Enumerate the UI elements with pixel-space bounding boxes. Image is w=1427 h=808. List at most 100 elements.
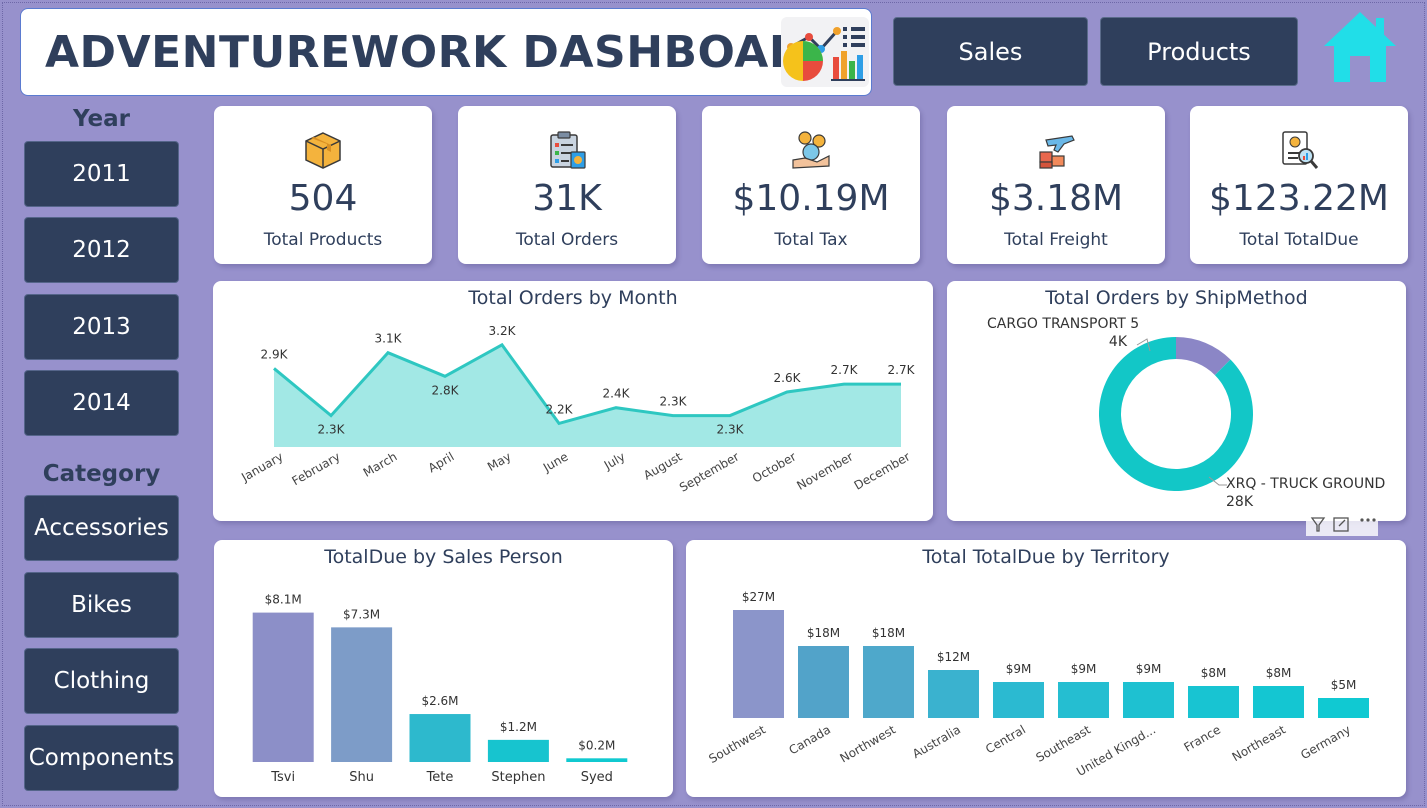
data-label: $5M <box>1331 678 1357 692</box>
tax-icon <box>792 131 830 169</box>
bar <box>993 682 1044 718</box>
bar <box>1318 698 1369 718</box>
bar <box>1123 682 1174 718</box>
data-label: 2.3K <box>717 423 745 437</box>
category-accessories-button[interactable]: Accessories <box>24 495 179 561</box>
data-label: 2.3K <box>318 423 346 437</box>
year-2013-button[interactable]: 2013 <box>24 294 179 360</box>
data-label: 2.7K <box>888 363 916 377</box>
x-tick-label: Germany <box>1298 722 1353 762</box>
data-label: 4K <box>1109 334 1128 350</box>
kpi-label: Total Orders <box>515 230 619 250</box>
data-label: $18M <box>807 626 840 640</box>
data-label: 28K <box>1226 494 1254 510</box>
x-tick-label: October <box>750 449 799 485</box>
category-slicer-title: Category <box>42 461 161 487</box>
data-label: $2.6M <box>421 694 458 708</box>
data-label: $7.3M <box>343 607 380 621</box>
year-slicer-title: Year <box>72 106 130 132</box>
x-tick-label: May <box>485 449 513 474</box>
x-tick-label: Syed <box>581 770 613 785</box>
x-tick-label: Stephen <box>491 770 545 785</box>
x-tick-label: June <box>540 449 571 475</box>
data-label: $27M <box>742 590 775 604</box>
kpi-value: 504 <box>288 178 358 219</box>
products-page-button[interactable]: Products <box>1100 17 1298 86</box>
data-label: 2.6K <box>774 371 802 385</box>
data-label: $8M <box>1201 666 1227 680</box>
x-tick-label: August <box>641 449 685 482</box>
bar <box>928 670 979 718</box>
kpi-value: $10.19M <box>732 178 890 219</box>
totaldue-by-salesperson-chart[interactable]: $8.1M Tsvi $7.3M Shu $2.6M Tete $1.2M Stephen $0… <box>214 540 673 797</box>
sales-page-button[interactable]: Sales <box>893 17 1088 86</box>
x-tick-label: Australia <box>910 722 963 761</box>
data-label: $8M <box>1266 666 1292 680</box>
x-tick-label: November <box>794 449 855 492</box>
bar <box>733 610 784 718</box>
data-label: 2.3K <box>660 395 688 409</box>
year-2012-button[interactable]: 2012 <box>24 217 179 283</box>
kpi-value: $123.22M <box>1209 178 1389 219</box>
data-label: 2.9K <box>261 347 289 361</box>
legend-label: CARGO TRANSPORT 5 <box>987 316 1139 332</box>
x-tick-label: January <box>238 449 285 484</box>
data-label: $0.2M <box>578 738 615 752</box>
data-label: $8.1M <box>265 593 302 607</box>
bar <box>863 646 914 718</box>
bar <box>487 739 549 762</box>
x-tick-label: Central <box>983 722 1028 756</box>
more-options-icon[interactable] <box>1360 518 1376 522</box>
bar <box>566 758 628 762</box>
bar <box>1188 686 1239 718</box>
bar <box>252 612 314 762</box>
totaldue-by-territory-card: Total TotalDue by Territory $27M Southwes… <box>686 540 1406 797</box>
x-tick-label: Shu <box>349 770 374 785</box>
kpi-card-total-products: 504 Total Products <box>214 106 432 264</box>
data-label: $1.2M <box>500 720 537 734</box>
orders-by-month-card: Total Orders by Month 2.9K January 2.3K Feb… <box>213 281 933 521</box>
title-banner: ADVENTUREWORK DASHBOARD <box>20 8 872 96</box>
x-tick-label: April <box>426 449 457 475</box>
data-label: 2.7K <box>831 363 859 377</box>
data-label: $12M <box>937 650 970 664</box>
x-tick-label: Northwest <box>838 722 899 765</box>
category-bikes-button[interactable]: Bikes <box>24 572 179 638</box>
x-tick-label: December <box>852 449 913 492</box>
x-tick-label: Canada <box>786 722 833 757</box>
x-tick-label: Tete <box>426 770 454 785</box>
bar <box>331 627 393 762</box>
kpi-card-total-totaldue: $123.22M Total TotalDue <box>1190 106 1408 264</box>
year-2014-button[interactable]: 2014 <box>24 370 179 436</box>
x-tick-label: Tsvi <box>270 770 295 785</box>
data-label: $9M <box>1006 662 1032 676</box>
orders-by-month-chart[interactable]: 2.9K January 2.3K February 3.1K March 2.8K Apri… <box>213 281 933 521</box>
kpi-value: 31K <box>532 178 602 219</box>
bar <box>1058 682 1109 718</box>
invoice-icon <box>1282 131 1319 169</box>
data-label: 2.8K <box>432 383 460 397</box>
kpi-label: Total Products <box>263 230 383 250</box>
kpi-label: Total Freight <box>1004 230 1108 250</box>
totaldue-by-territory-chart[interactable]: $27M Southwest $18M Canada $18M Northwest $12M… <box>686 540 1406 797</box>
package-icon <box>305 132 341 169</box>
x-tick-label: March <box>361 449 400 479</box>
freight-icon <box>1039 135 1075 169</box>
kpi-label: Total TotalDue <box>1239 230 1359 250</box>
x-tick-label: September <box>677 449 741 494</box>
kpi-label: Total Tax <box>774 230 848 250</box>
orders-by-shipmethod-chart[interactable]: CARGO TRANSPORT 5 4K XRQ - TRUCK GROUND 28K <box>947 281 1406 521</box>
totaldue-by-salesperson-card: TotalDue by Sales Person $8.1M Tsvi $7.3M S… <box>214 540 673 797</box>
category-clothing-button[interactable]: Clothing <box>24 648 179 714</box>
data-label: 3.1K <box>375 332 403 346</box>
data-label: 2.2K <box>546 402 574 416</box>
category-components-button[interactable]: Components <box>24 725 179 791</box>
home-icon[interactable] <box>1322 10 1398 84</box>
kpi-value: $3.18M <box>988 178 1124 219</box>
data-label: 2.4K <box>603 387 631 401</box>
analytics-icon <box>781 17 869 87</box>
year-2011-button[interactable]: 2011 <box>24 141 179 207</box>
x-tick-label: France <box>1181 722 1223 754</box>
x-tick-label: Northeast <box>1230 722 1289 764</box>
bar <box>409 714 471 762</box>
